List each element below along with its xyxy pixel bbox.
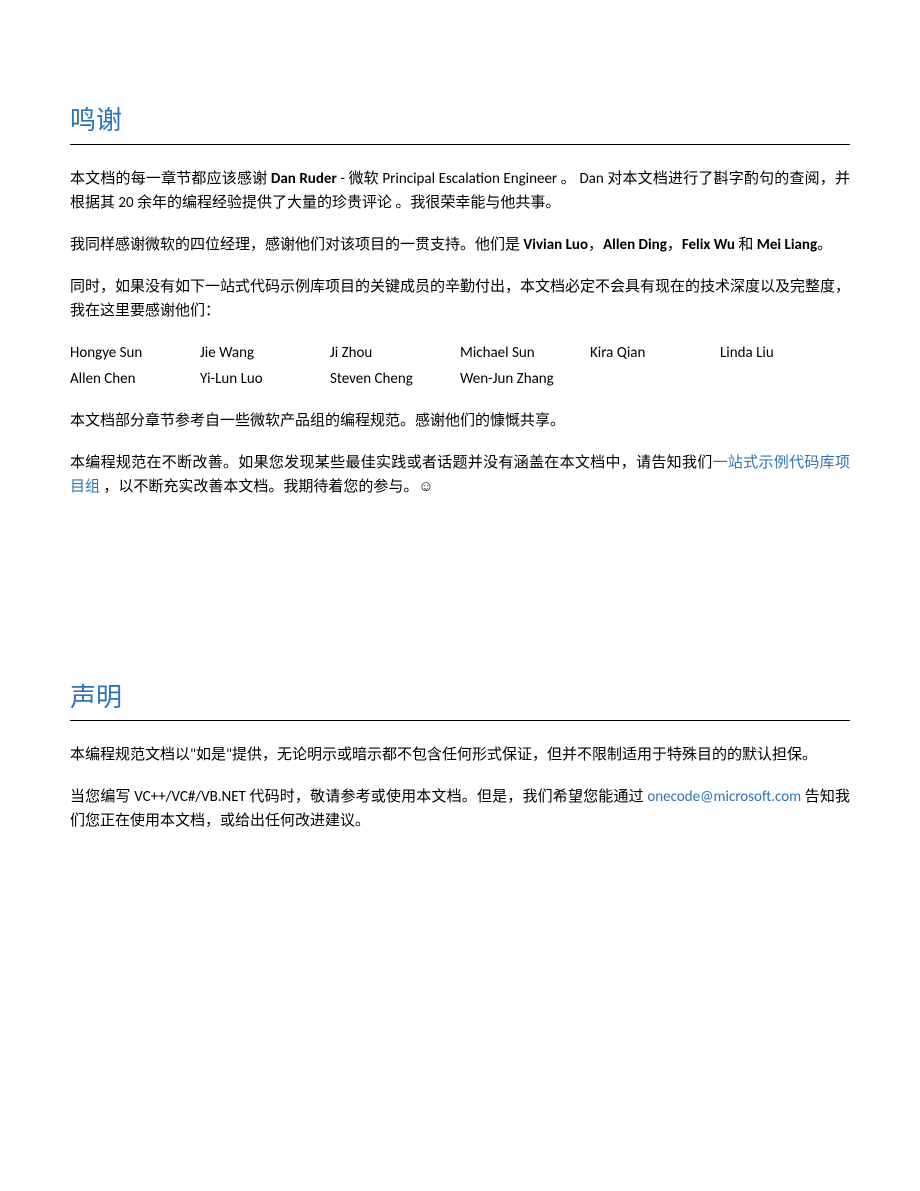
person-vivian-luo: Vivian Luo (523, 236, 588, 254)
contributor-name: Allen Chen (70, 367, 200, 391)
text: 我同样感谢微软的四位经理，感谢他们对该项目的一贯支持。他们是 (70, 236, 523, 254)
text: 本文档的每一章节都应该感谢 (70, 170, 271, 188)
person-mei-liang: Mei Liang (757, 236, 817, 254)
disclaimer-heading: 声明 (70, 677, 850, 722)
text: 当您编写 VC++/VC#/VB.NET 代码时，敬请参考或使用本文档。但是，我… (70, 788, 647, 806)
contributor-name: Jie Wang (200, 341, 330, 365)
person-felix-wu: Felix Wu (682, 236, 735, 254)
disclaimer-paragraph-1: 本编程规范文档以"如是"提供，无论明示或暗示都不包含任何形式保证，但并不限制适用… (70, 743, 850, 767)
person-dan-ruder: Dan Ruder (271, 170, 337, 188)
contributor-name: Kira Qian (590, 341, 720, 365)
text: 本编程规范在不断改善。如果您发现某些最佳实践或者话题并没有涵盖在本文档中，请告知… (70, 454, 713, 472)
contributor-name: Yi-Lun Luo (200, 367, 330, 391)
contributor-name: Ji Zhou (330, 341, 460, 365)
ack-paragraph-3: 同时，如果没有如下一站式代码示例库项目的关键成员的辛勤付出，本文档必定不会具有现… (70, 275, 850, 323)
contributor-name: Linda Liu (720, 341, 850, 365)
text: ， (667, 236, 682, 254)
contributor-name: Steven Cheng (330, 367, 460, 391)
ack-paragraph-5: 本编程规范在不断改善。如果您发现某些最佳实践或者话题并没有涵盖在本文档中，请告知… (70, 451, 850, 499)
text: 和 (735, 236, 757, 254)
contributors-grid: Hongye Sun Jie Wang Ji Zhou Michael Sun … (70, 341, 850, 391)
text: 。 (817, 236, 832, 254)
text: ， (588, 236, 603, 254)
acknowledgements-heading: 鸣谢 (70, 100, 850, 145)
contributor-name: Hongye Sun (70, 341, 200, 365)
ack-paragraph-2: 我同样感谢微软的四位经理，感谢他们对该项目的一贯支持。他们是 Vivian Lu… (70, 233, 850, 257)
ack-paragraph-1: 本文档的每一章节都应该感谢 Dan Ruder - 微软 Principal E… (70, 167, 850, 215)
disclaimer-paragraph-2: 当您编写 VC++/VC#/VB.NET 代码时，敬请参考或使用本文档。但是，我… (70, 785, 850, 833)
contributor-name: Michael Sun (460, 341, 590, 365)
text: ，以不断充实改善本文档。我期待着您的参与。 (100, 478, 418, 496)
smiley-icon: ☺ (418, 478, 433, 495)
ack-paragraph-4: 本文档部分章节参考自一些微软产品组的编程规范。感谢他们的慷慨共享。 (70, 409, 850, 433)
person-allen-ding: Allen Ding (603, 236, 667, 254)
contact-email-link[interactable]: onecode@microsoft.com (647, 788, 801, 806)
contributor-name: Wen-Jun Zhang (460, 367, 590, 391)
